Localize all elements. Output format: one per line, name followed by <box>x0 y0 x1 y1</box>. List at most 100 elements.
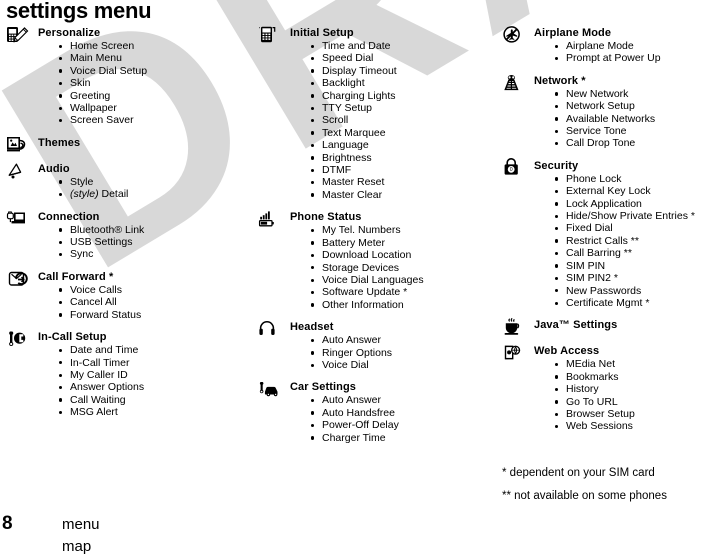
menu-item: Home Screen <box>58 40 252 52</box>
menu-section-title: Connection <box>38 210 100 223</box>
initial-setup-icon <box>258 25 284 45</box>
menu-section: In-Call Setup Date and Time In-Call Timer M… <box>4 330 252 418</box>
menu-item: My Caller ID <box>58 369 252 381</box>
menu-item: TTY Setup <box>310 102 490 114</box>
menu-section-title: Call Forward * <box>38 270 114 283</box>
menu-item: Go To URL <box>554 396 716 408</box>
menu-item: Language <box>310 139 490 151</box>
menu-section-title: Personalize <box>38 27 101 39</box>
menu-item: Style <box>58 176 252 188</box>
menu-item-list: Auto Answer Auto Handsfree Power-Off Delay… <box>290 394 490 444</box>
menu-section: Audio Style (style) Detail <box>4 162 252 201</box>
menu-item: Brightness <box>310 152 490 164</box>
menu-section: Airplane Mode Airplane Mode Prompt at Powe… <box>500 26 716 65</box>
menu-item: Speed Dial <box>310 52 490 64</box>
page-title: settings menu <box>6 0 152 23</box>
menu-item: Charging Lights <box>310 90 490 102</box>
menu-item: External Key Lock <box>554 185 716 197</box>
menu-item: Certificate Mgmt * <box>554 297 716 309</box>
menu-item: DTMF <box>310 164 490 176</box>
menu-item: Wallpaper <box>58 102 252 114</box>
in-call-setup-icon <box>6 329 32 349</box>
page-number: 8 <box>2 513 13 534</box>
menu-section-title: Security <box>534 159 579 172</box>
menu-item-list: Airplane Mode Prompt at Power Up <box>534 40 716 65</box>
menu-item: Screen Saver <box>58 114 252 126</box>
menu-section-title: Audio <box>38 162 70 175</box>
network-icon <box>502 73 528 93</box>
menu-section: Personalize Home Screen Main Menu Voice Dia… <box>4 26 252 127</box>
connection-icon <box>6 209 32 229</box>
menu-item-list: Home Screen Main Menu Voice Dial Setup Skin… <box>38 40 252 127</box>
themes-icon <box>6 135 32 155</box>
menu-item: Battery Meter <box>310 237 490 249</box>
menu-item: Voice Dial Setup <box>58 65 252 77</box>
menu-section-title: Phone Status <box>290 211 362 224</box>
menu-section: Web Access MEdia Net Bookmarks History Go To… <box>500 344 716 432</box>
menu-item-list: Bluetooth® Link USB Settings Sync <box>38 224 252 261</box>
menu-section: Phone Status My Tel. Numbers Battery Meter… <box>256 210 490 311</box>
menu-section-title: In-Call Setup <box>38 331 107 344</box>
menu-section: Themes <box>4 136 252 152</box>
menu-item: Auto Answer <box>310 334 490 346</box>
svg-text:0: 0 <box>510 167 513 173</box>
menu-item: Power-Off Delay <box>310 419 490 431</box>
menu-item-list: Date and Time In-Call Timer My Caller ID An… <box>38 344 252 418</box>
menu-item: In-Call Timer <box>58 357 252 369</box>
menu-item: Hide/Show Private Entries * <box>554 210 716 222</box>
menu-item: Charger Time <box>310 432 490 444</box>
menu-item: Service Tone <box>554 125 716 137</box>
footnotes: * dependent on your SIM card ** not avail… <box>502 466 667 512</box>
menu-item: Date and Time <box>58 344 252 356</box>
menu-item: Software Update * <box>310 286 490 298</box>
menu-section-title: Car Settings <box>290 381 356 394</box>
menu-item: Answer Options <box>58 381 252 393</box>
menu-item: Greeting <box>58 90 252 102</box>
menu-item: SIM PIN2 * <box>554 272 716 284</box>
menu-section-title: Airplane Mode <box>534 27 612 39</box>
call-forward-icon <box>6 269 32 289</box>
menu-item: USB Settings <box>58 236 252 248</box>
menu-section: Headset Auto Answer Ringer Options Voice Di… <box>256 320 490 371</box>
menu-section: Initial Setup Time and Date Speed Dial Disp… <box>256 26 490 201</box>
menu-item: Available Networks <box>554 113 716 125</box>
menu-section-title: Themes <box>38 136 81 149</box>
column-3: Airplane Mode Airplane Mode Prompt at Powe… <box>500 26 716 442</box>
java-settings-icon <box>502 317 528 337</box>
security-icon: 0 <box>502 157 528 178</box>
menu-item-list: Style (style) Detail <box>38 176 252 201</box>
web-access-icon <box>502 343 528 363</box>
menu-item-list: New Network Network Setup Available Networ… <box>534 88 716 150</box>
menu-item: New Network <box>554 88 716 100</box>
menu-item: Voice Dial <box>310 359 490 371</box>
menu-item: Time and Date <box>310 40 490 52</box>
footnote: * dependent on your SIM card <box>502 467 655 479</box>
menu-item: Display Timeout <box>310 65 490 77</box>
menu-item: MEdia Net <box>554 358 716 370</box>
menu-item: Web Sessions <box>554 420 716 432</box>
audio-icon <box>6 161 32 181</box>
menu-section: Call Forward * Voice Calls Cancel All Forwa… <box>4 270 252 321</box>
menu-item: Master Reset <box>310 176 490 188</box>
menu-item: History <box>554 383 716 395</box>
menu-item: Download Location <box>310 249 490 261</box>
menu-item: Backlight <box>310 77 490 89</box>
personalize-icon <box>6 25 32 45</box>
menu-item: Text Marquee <box>310 127 490 139</box>
menu-section: Network * New Network Network Setup Availab… <box>500 74 716 150</box>
menu-item-list: My Tel. Numbers Battery Meter Download Loc… <box>290 224 490 311</box>
headset-icon <box>258 319 284 339</box>
menu-item: Skin <box>58 77 252 89</box>
menu-item: Call Waiting <box>58 394 252 406</box>
menu-item: Storage Devices <box>310 262 490 274</box>
menu-item: Auto Handsfree <box>310 407 490 419</box>
menu-item-list: MEdia Net Bookmarks History Go To URL Browse… <box>534 358 716 432</box>
menu-item: Bluetooth® Link <box>58 224 252 236</box>
menu-item: Voice Dial Languages <box>310 274 490 286</box>
menu-section-title: Java™ Settings <box>534 319 618 332</box>
menu-item-list: Time and Date Speed Dial Display Timeout Ba… <box>290 40 490 201</box>
phone-status-icon <box>258 209 284 229</box>
menu-item: Voice Calls <box>58 284 252 296</box>
airplane-mode-icon <box>502 25 528 45</box>
menu-item: Network Setup <box>554 100 716 112</box>
